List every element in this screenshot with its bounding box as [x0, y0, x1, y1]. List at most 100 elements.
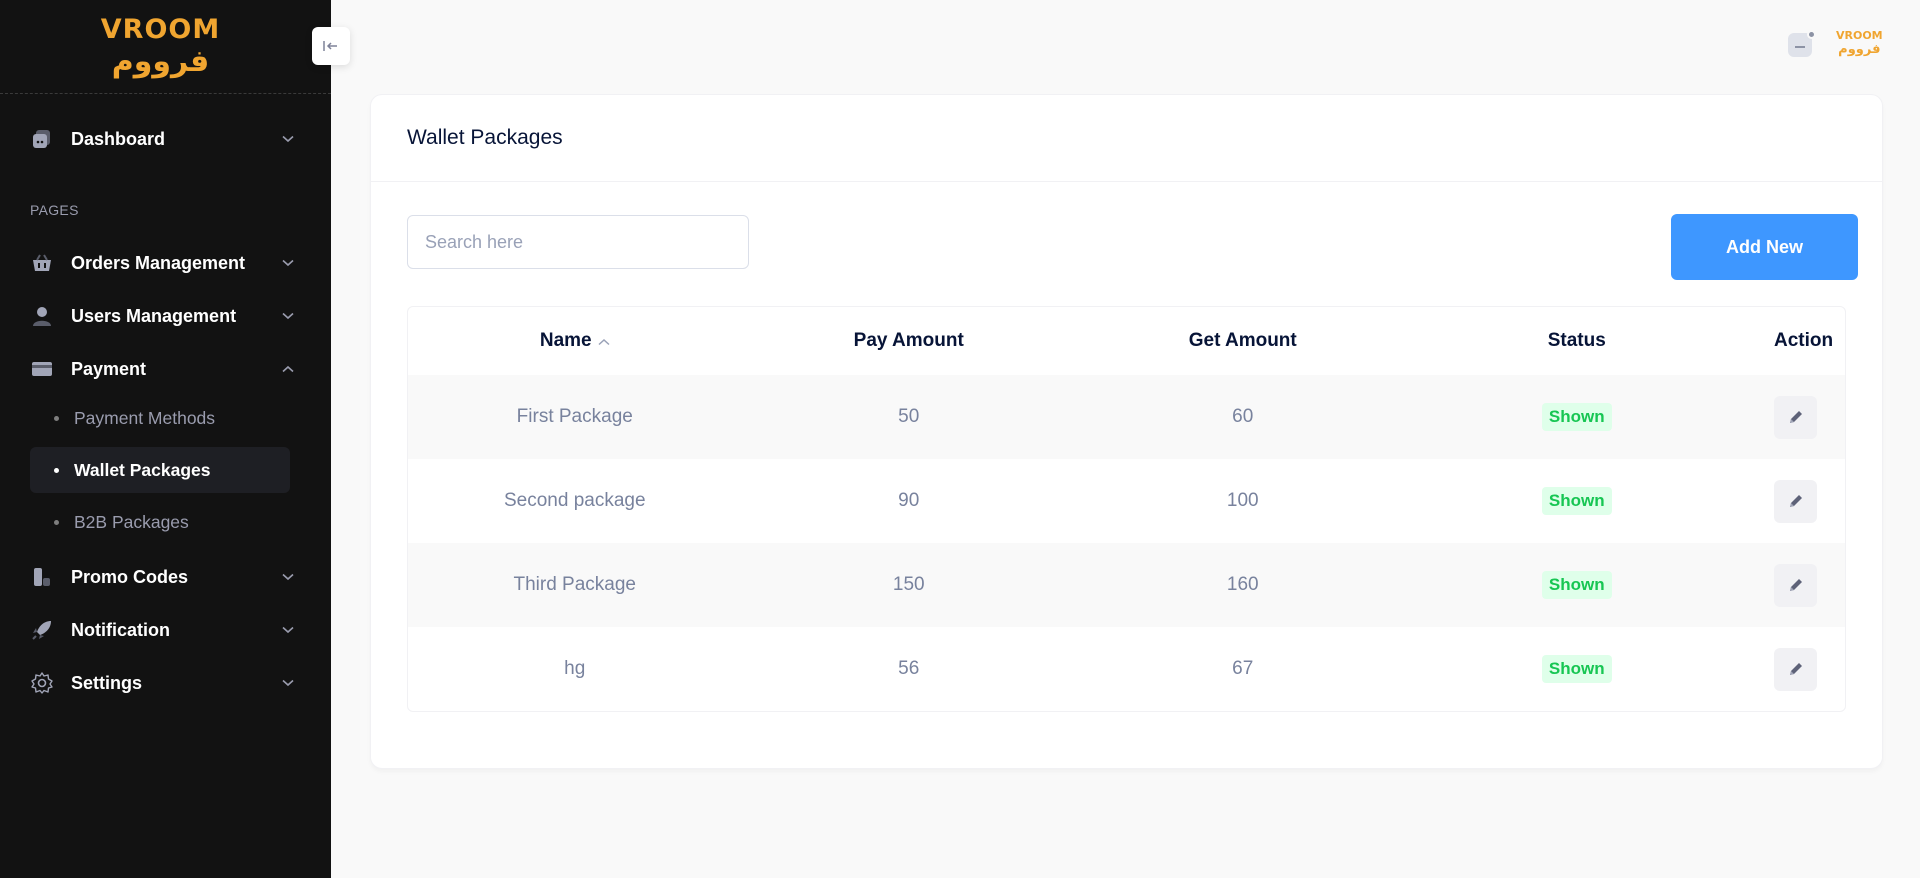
cell-action [1744, 543, 1845, 627]
brand-logo[interactable]: VROOM فرووم [0, 0, 331, 94]
chevron-up-icon [281, 362, 295, 376]
sidebar-subitem-label: Payment Methods [74, 407, 216, 428]
user-avatar[interactable] [1788, 30, 1816, 57]
sidebar-item-settings[interactable]: Settings [30, 663, 295, 703]
cell-pay-amount: 150 [892, 574, 925, 595]
add-new-button[interactable]: Add New [1671, 214, 1858, 280]
card-header: Wallet Packages [371, 95, 1882, 182]
sidebar-subitem-wallet-packages[interactable]: Wallet Packages [30, 447, 290, 493]
edit-button[interactable] [1774, 395, 1817, 439]
packages-table: Name Pay Amount Get Amount Status Action… [407, 306, 1846, 712]
sidebar-item-notification[interactable]: Notification [30, 610, 295, 650]
cell-name: Second package [503, 490, 646, 511]
column-header-get-amount[interactable]: Get Amount [1076, 307, 1410, 375]
sidebar-item-dashboard[interactable]: Dashboard [30, 119, 295, 159]
edit-button[interactable] [1774, 479, 1817, 523]
sidebar-item-promo-codes[interactable]: Promo Codes [30, 557, 295, 597]
search-input[interactable] [407, 215, 749, 269]
chevron-down-icon [281, 132, 295, 146]
status-badge: Shown [1541, 571, 1612, 599]
pencil-icon [1789, 663, 1802, 675]
cell-get-amount: 100 [1226, 490, 1259, 511]
sidebar-subitem-label: Wallet Packages [74, 459, 211, 480]
sort-ascending-icon [598, 330, 610, 352]
sidebar-item-label: Orders Management [71, 252, 246, 273]
bullet-icon [54, 467, 59, 473]
user-icon [30, 304, 54, 328]
status-badge: Shown [1541, 655, 1612, 683]
status-dot [1807, 30, 1816, 39]
wallet-packages-card: Wallet Packages Add New Name Pay Amount … [370, 94, 1883, 769]
cell-get-amount: 60 [1232, 406, 1254, 427]
avatar-face-icon [1795, 46, 1805, 48]
pencil-icon [1789, 495, 1802, 507]
sidebar-item-payment[interactable]: Payment [30, 349, 295, 389]
sidebar-item-label: Dashboard [71, 128, 166, 149]
chevron-down-icon [281, 256, 295, 270]
sidebar-item-label: Users Management [71, 305, 237, 326]
column-header-label: Name [539, 330, 592, 351]
sidebar-item-orders-management[interactable]: Orders Management [30, 243, 295, 283]
cell-action [1744, 459, 1845, 543]
sidebar-subitem-b2b-packages[interactable]: B2B Packages [30, 499, 290, 545]
arrow-left-icon [323, 41, 337, 51]
basket-icon [30, 251, 54, 275]
sidebar-toggle-button[interactable] [312, 27, 350, 65]
page-title: Wallet Packages [407, 126, 563, 149]
status-badge: Shown [1541, 403, 1612, 431]
bullet-icon [54, 415, 59, 421]
column-header-name[interactable]: Name [408, 307, 742, 375]
pencil-icon [1789, 579, 1802, 591]
status-badge: Shown [1541, 487, 1612, 515]
chevron-down-icon [281, 309, 295, 323]
cell-pay-amount: 56 [898, 658, 920, 679]
cell-name: Third Package [513, 574, 636, 595]
column-header-pay-amount[interactable]: Pay Amount [742, 307, 1077, 375]
cell-get-amount: 160 [1226, 574, 1259, 595]
edit-button[interactable] [1774, 563, 1817, 607]
rocket-icon [30, 618, 54, 642]
cell-name: hg [564, 658, 586, 679]
edit-button[interactable] [1774, 647, 1817, 691]
sidebar-subitem-label: B2B Packages [74, 511, 189, 532]
sidebar-item-label: Payment [71, 358, 147, 379]
brand-name-en: VROOM [100, 13, 221, 45]
header-brand-name-ar: فرووم [1838, 42, 1881, 57]
dashboard-icon [30, 127, 54, 151]
brand-name-ar: فرووم [111, 43, 210, 79]
sidebar-item-label: Promo Codes [71, 566, 189, 587]
sidebar-subitem-payment-methods[interactable]: Payment Methods [30, 395, 290, 441]
section-label-pages: PAGES [30, 202, 79, 218]
cell-status: Shown [1410, 627, 1745, 711]
sidebar-item-label: Settings [71, 672, 143, 693]
column-header-status[interactable]: Status [1410, 307, 1745, 375]
cell-action [1744, 375, 1845, 459]
table-row: First Package 50 60 Shown [408, 375, 1845, 459]
table-row: hg 56 67 Shown [408, 627, 1845, 711]
cell-status: Shown [1410, 459, 1745, 543]
cell-status: Shown [1410, 543, 1745, 627]
chevron-down-icon [281, 676, 295, 690]
cell-pay-amount: 90 [898, 490, 920, 511]
table-row: Second package 90 100 Shown [408, 459, 1845, 543]
chevron-down-icon [281, 623, 295, 637]
sidebar-item-label: Notification [71, 619, 170, 640]
header-brand-logo: VROOM فرووم [1836, 29, 1883, 58]
cell-pay-amount: 50 [898, 406, 920, 427]
promo-icon [30, 565, 54, 589]
credit-card-icon [30, 357, 54, 381]
sidebar: VROOM فرووم Dashboard PAGES Orders Manag… [0, 0, 331, 878]
column-header-action: Action [1774, 330, 1834, 351]
sidebar-item-users-management[interactable]: Users Management [30, 296, 295, 336]
table-header-row: Name Pay Amount Get Amount Status Action [408, 307, 1845, 375]
cell-name: First Package [516, 406, 633, 427]
chevron-down-icon [281, 570, 295, 584]
table-row: Third Package 150 160 Shown [408, 543, 1845, 627]
cell-status: Shown [1410, 375, 1745, 459]
pencil-icon [1789, 411, 1802, 423]
cell-action [1744, 627, 1845, 711]
gear-icon [30, 671, 54, 695]
bullet-icon [54, 519, 59, 525]
cell-get-amount: 67 [1232, 658, 1254, 679]
header-brand-name-en: VROOM [1836, 29, 1883, 42]
